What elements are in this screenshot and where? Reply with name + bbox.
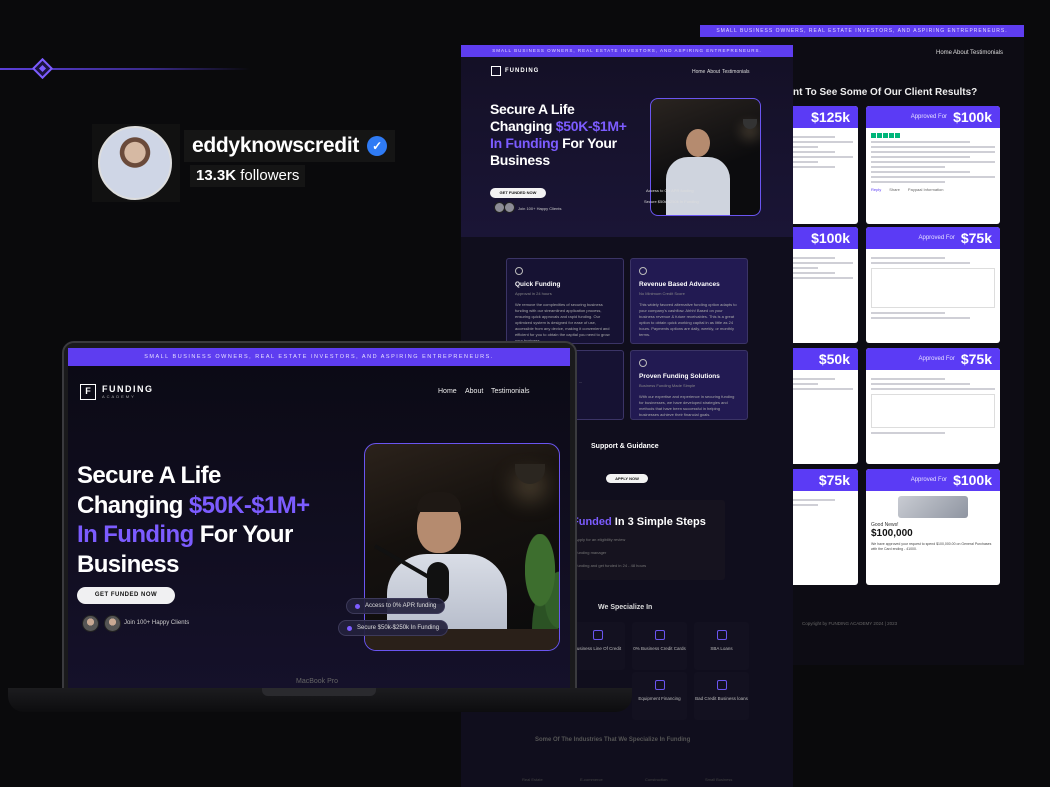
result-amount: $100k [811,230,850,246]
nav-about[interactable]: About [465,388,483,395]
nav-testimonials[interactable]: Testimonials [491,388,530,395]
client-results-heading: nt To See Some Of Our Client Results? [793,87,978,98]
site-logo[interactable]: F FUNDING ACADEMY [80,384,154,400]
industries-heading: Some Of The Industries That We Specializ… [535,737,691,743]
mid-pill-secure: Secure $50k-$250k In Funding [644,199,699,204]
industry-item: Construction [645,777,668,782]
laptop-notch [262,688,376,696]
nav-home[interactable]: Home [438,388,457,395]
back-nav-home[interactable]: Home [936,50,952,56]
mid-nav-testimonials[interactable]: Testimonials [722,69,750,75]
feature-card-revenue-advances: Revenue Based Advances No Minimum Credit… [630,258,748,344]
specialize-credit-cards: 0% Business Credit Cards [632,622,687,670]
result-card: Approved For $100k Good News! $100,000 We… [866,469,1000,585]
logo-icon: F [80,384,96,400]
support-heading: Support & Guidance [591,443,659,450]
back-nav-about[interactable]: About [953,50,969,56]
specialize-sba-loans: SBA Loans [694,622,749,670]
step-item: Funding manager [575,550,607,555]
industry-item: Real Estate [522,777,543,782]
client-avatar [504,202,515,213]
avatar[interactable] [98,126,172,200]
feature-card-quick-funding: Quick Funding Approval in 24 hours We re… [506,258,624,344]
mid-get-funded-button[interactable]: GET FUNDED NOW [490,188,546,198]
industry-item: E-commerce [580,777,603,782]
profile-username[interactable]: eddyknowscredit ✓ [184,130,396,162]
feature-card-partial: ... [570,350,624,420]
laptop-model-label: MacBook Pro [296,678,339,685]
result-card: Approved For $75k [866,348,1000,464]
profile-followers: 13.3K followers [190,165,306,187]
apply-now-button[interactable]: APPLY NOW [606,474,648,483]
specialize-equipment: Equipment Financing [632,672,687,720]
secure-funding-pill: Secure $50k-$250k In Funding [338,620,449,636]
steps-title: Funded In 3 Simple Steps [572,516,706,528]
back-nav-testimonials[interactable]: Testimonials [970,50,1003,56]
mid-pill-apr: Access to 0% APR funding [646,188,694,193]
get-funded-button[interactable]: GET FUNDED NOW [77,587,175,604]
specialize-heading: We Specialize In [598,604,653,611]
industry-item: Small Business [705,777,733,782]
client-avatar [104,615,121,632]
feature-card-proven-solutions: Proven Funding Solutions Business Fundin… [630,350,748,420]
back-page-banner: SMALL BUSINESS OWNERS, REAL ESTATE INVES… [700,25,1024,37]
result-amount: $125k [811,109,850,125]
client-avatar [82,615,99,632]
diamond-icon [31,57,54,80]
mid-logo[interactable]: FUNDING [491,66,539,76]
copyright-text: Copyright by FUNDING ACADEMY 2024 | 2023 [802,621,898,626]
mid-nav-about[interactable]: About [707,69,720,75]
credit-card-image [898,496,968,518]
refresh-icon [639,267,647,275]
step-item: Funding and get funded in 24 - 48 hours [575,563,647,568]
result-amount: $50k [818,351,850,367]
result-card: Approved For $100k Reply Share Paypaal Info… [866,106,1000,224]
result-card: Approved For $75k [866,227,1000,343]
dot-icon [347,625,352,631]
happy-clients-text: Join 100+ Happy Clients [124,620,190,626]
step-item: Apply for an eligibility review [575,537,626,542]
specialize-credit-line: Business Line Of Credit [570,622,625,670]
specialize-bad-credit: Bad Credit Business loans [694,672,749,720]
clock-icon [515,267,523,275]
verified-badge-icon: ✓ [367,136,388,156]
refresh-icon [639,359,647,367]
mid-happy-clients: Join 100+ Happy Clients [518,206,562,211]
dot-icon [355,603,360,609]
apr-funding-pill: Access to 0% APR funding [346,598,446,614]
mid-nav-home[interactable]: Home [692,69,705,75]
mid-page-banner: SMALL BUSINESS OWNERS, REAL ESTATE INVES… [461,45,793,57]
laptop-banner: SMALL BUSINESS OWNERS, REAL ESTATE INVES… [68,348,570,366]
hero-title: Secure A Life Changing $50K-$1M+ In Fund… [77,462,310,578]
result-amount: $75k [818,472,850,488]
mid-hero-title: Secure A Life Changing $50K-$1M+ In Fund… [490,101,627,168]
